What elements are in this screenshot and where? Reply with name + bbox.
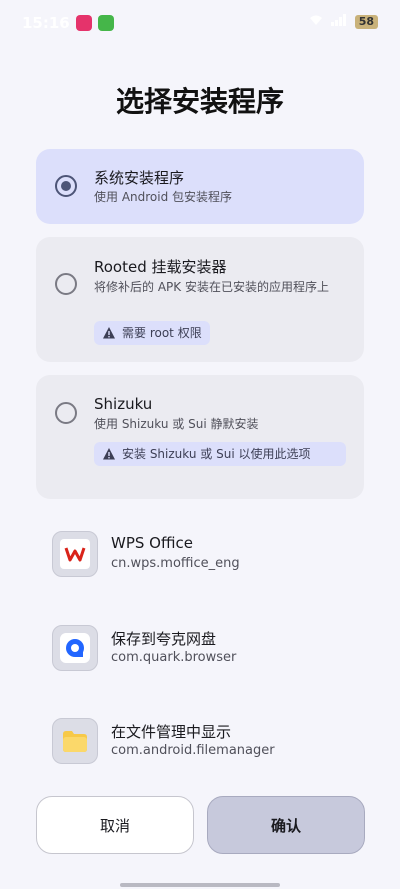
confirm-button[interactable]: 确认	[207, 796, 365, 854]
warning-chip: 需要 root 权限	[94, 321, 210, 345]
option-description: 将修补后的 APK 安装在已安装的应用程序上	[94, 280, 329, 294]
dialog-title: 选择安装程序	[115, 85, 284, 118]
warning-icon	[103, 448, 115, 460]
option-description: 使用 Shizuku 或 Sui 静默安装	[94, 417, 259, 431]
app-package: com.quark.browser	[111, 650, 237, 665]
app-name: WPS Office	[111, 534, 193, 552]
wps-office-icon	[52, 531, 98, 577]
option-shizuku-installer[interactable]: Shizuku 使用 Shizuku 或 Sui 静默安装 安装 Shizuku…	[36, 375, 364, 499]
option-title: Rooted 挂载安装器	[94, 258, 227, 276]
option-title: 系统安装程序	[94, 169, 185, 187]
option-title: Shizuku	[94, 395, 153, 413]
warning-icon	[103, 327, 115, 339]
app-package: cn.wps.moffice_eng	[111, 556, 240, 571]
option-rooted-installer[interactable]: Rooted 挂载安装器 将修补后的 APK 安装在已安装的应用程序上 需要 r…	[36, 237, 364, 362]
status-bar: 15:16 58	[0, 0, 400, 48]
notification-app-icon	[97, 15, 114, 31]
radio-button[interactable]	[55, 273, 77, 295]
app-row-quark[interactable]: 保存到夸克网盘 com.quark.browser	[52, 625, 364, 675]
status-right: 58	[309, 14, 378, 29]
cancel-button[interactable]: 取消	[36, 796, 194, 854]
warning-chip: 安装 Shizuku 或 Sui 以使用此选项	[94, 442, 346, 466]
status-time: 15:16	[22, 14, 70, 32]
status-left: 15:16	[22, 14, 114, 32]
quark-icon	[52, 625, 98, 671]
option-system-installer[interactable]: 系统安装程序 使用 Android 包安装程序	[36, 149, 364, 224]
app-row-wps-office[interactable]: WPS Office cn.wps.moffice_eng	[52, 531, 364, 581]
app-name: 保存到夸克网盘	[111, 630, 217, 648]
app-package: com.android.filemanager	[111, 743, 275, 758]
wifi-icon	[309, 14, 323, 29]
warning-text: 安装 Shizuku 或 Sui 以使用此选项	[122, 447, 311, 461]
signal-icon	[330, 14, 347, 29]
folder-icon	[52, 718, 98, 764]
battery-icon: 58	[354, 14, 378, 29]
radio-button[interactable]	[55, 402, 77, 424]
warning-text: 需要 root 权限	[122, 326, 202, 340]
app-row-file-manager[interactable]: 在文件管理中显示 com.android.filemanager	[52, 718, 364, 768]
option-description: 使用 Android 包安装程序	[94, 190, 233, 204]
notification-app-icon	[75, 15, 92, 31]
radio-button-checked[interactable]	[55, 175, 77, 197]
app-name: 在文件管理中显示	[111, 723, 232, 741]
home-indicator[interactable]	[120, 883, 280, 887]
